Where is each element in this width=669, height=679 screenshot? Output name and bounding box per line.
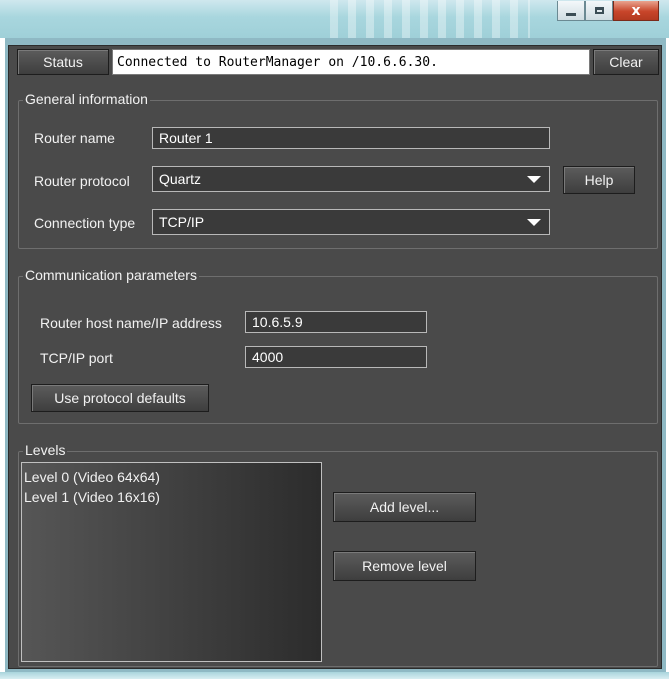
maximize-icon — [594, 7, 604, 14]
maximize-button[interactable] — [585, 1, 613, 21]
clear-button-label: Clear — [609, 54, 643, 70]
tcpip-port-label: TCP/IP port — [40, 350, 113, 366]
help-button-label: Help — [584, 172, 614, 188]
remove-level-button[interactable]: Remove level — [333, 551, 476, 581]
levels-title: Levels — [23, 442, 68, 458]
tcpip-port-value: 4000 — [252, 349, 284, 365]
tcpip-port-input[interactable]: 4000 — [245, 346, 427, 368]
clear-button[interactable]: Clear — [593, 49, 659, 75]
router-protocol-select[interactable]: Quartz — [152, 166, 550, 192]
remove-level-label: Remove level — [362, 558, 447, 574]
router-host-input[interactable]: 10.6.5.9 — [245, 311, 427, 333]
close-icon: x — [631, 2, 641, 19]
use-protocol-defaults-label: Use protocol defaults — [54, 390, 186, 406]
chevron-down-icon — [527, 219, 541, 226]
status-message-field: Connected to RouterManager on /10.6.6.30… — [112, 49, 590, 75]
connection-type-value: TCP/IP — [159, 214, 205, 230]
chevron-down-icon — [527, 176, 541, 183]
router-protocol-label: Router protocol — [34, 173, 130, 189]
status-button[interactable]: Status — [17, 49, 109, 75]
router-host-value: 10.6.5.9 — [252, 314, 303, 330]
add-level-label: Add level... — [369, 499, 440, 515]
window-titlebar[interactable]: x — [0, 0, 669, 38]
status-message: Connected to RouterManager on /10.6.6.30… — [117, 54, 438, 70]
window-controls: x — [557, 1, 659, 23]
window-bottom-border — [0, 672, 669, 679]
router-host-label: Router host name/IP address — [40, 315, 222, 331]
router-name-value: Router 1 — [159, 130, 213, 146]
titlebar-decoration — [330, 0, 530, 38]
router-name-input[interactable]: Router 1 — [152, 127, 550, 149]
minimize-icon — [566, 13, 576, 16]
connection-type-select[interactable]: TCP/IP — [152, 209, 550, 235]
connection-type-label: Connection type — [34, 215, 136, 231]
router-protocol-value: Quartz — [159, 171, 202, 187]
communication-parameters-title: Communication parameters — [23, 267, 199, 283]
levels-list[interactable]: Level 0 (Video 64x64) Level 1 (Video 16x… — [21, 462, 322, 662]
use-protocol-defaults-button[interactable]: Use protocol defaults — [31, 384, 209, 412]
general-information-title: General information — [23, 91, 150, 107]
minimize-button[interactable] — [557, 1, 585, 21]
list-item[interactable]: Level 1 (Video 16x16) — [24, 487, 319, 507]
help-button[interactable]: Help — [563, 166, 635, 194]
list-item[interactable]: Level 0 (Video 64x64) — [24, 467, 319, 487]
router-name-label: Router name — [34, 130, 115, 146]
status-button-label: Status — [43, 54, 83, 70]
close-button[interactable]: x — [613, 1, 659, 21]
add-level-button[interactable]: Add level... — [333, 492, 476, 522]
